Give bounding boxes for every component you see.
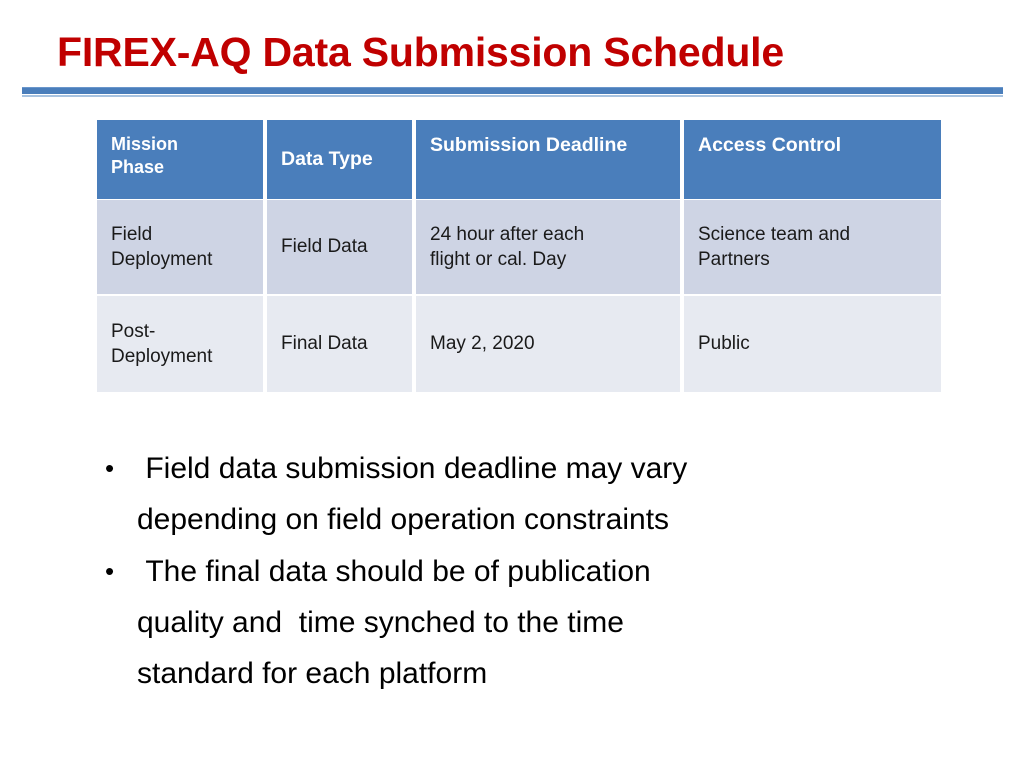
row2-deadline-line1: May 2, 2020	[430, 333, 535, 355]
page-title: FIREX-AQ Data Submission Schedule	[57, 29, 784, 75]
list-item: • The final data should be of publicatio…	[100, 546, 900, 700]
row1-deadline-line2: flight or cal. Day	[430, 249, 567, 270]
row1-deadline-line1: 24 hour after each	[430, 223, 585, 245]
table-header-cell-data-type: Data Type	[267, 120, 412, 200]
table-row: Field Deployment Field Data 24 hour afte…	[97, 200, 941, 296]
row1-access-line2: Partners	[698, 249, 770, 270]
row1-mission-phase-line1: Field	[111, 223, 153, 245]
row2-access-line1: Public	[698, 333, 750, 355]
bullet-list: • Field data submission deadline may var…	[100, 443, 900, 699]
header-access-control: Access Control	[698, 134, 842, 156]
row2-mission-phase-line1: Post-	[111, 320, 156, 342]
bullet-marker-icon: •	[105, 453, 115, 483]
divider-rule-thin	[22, 95, 1003, 97]
bullet-text: Field data submission deadline may vary …	[137, 452, 688, 537]
table-header-cell-mission-phase: Mission Phase	[97, 120, 263, 200]
divider-rule-thick	[22, 87, 1003, 94]
table-header-row: Mission Phase Data Type Submission Deadl…	[97, 120, 941, 200]
row2-mission-phase-line2: Deployment	[111, 346, 213, 367]
cell-access-control: Science team and Partners	[684, 200, 941, 296]
header-submission-deadline: Submission Deadline	[430, 134, 628, 156]
cell-submission-deadline: 24 hour after each flight or cal. Day	[416, 200, 680, 296]
table-header-cell-submission-deadline: Submission Deadline	[416, 120, 680, 200]
row1-access-line1: Science team and	[698, 223, 851, 245]
bullet-text: The final data should be of publication …	[137, 554, 651, 691]
table-row: Post- Deployment Final Data May 2, 2020 …	[97, 296, 941, 394]
cell-access-control: Public	[684, 296, 941, 394]
header-mission-phase-line1: Mission	[111, 134, 179, 154]
header-mission-phase-line2: Phase	[111, 157, 165, 178]
row2-data-type: Final Data	[281, 333, 368, 355]
cell-data-type: Field Data	[267, 200, 412, 296]
title-divider	[22, 87, 1003, 97]
bullet-marker-icon: •	[105, 555, 115, 586]
schedule-table: Mission Phase Data Type Submission Deadl…	[97, 120, 941, 394]
cell-mission-phase: Field Deployment	[97, 200, 263, 296]
header-data-type: Data Type	[281, 148, 373, 171]
table-header-cell-access-control: Access Control	[684, 120, 941, 200]
cell-mission-phase: Post- Deployment	[97, 296, 263, 394]
cell-submission-deadline: May 2, 2020	[416, 296, 680, 394]
row1-mission-phase-line2: Deployment	[111, 249, 213, 270]
list-item: • Field data submission deadline may var…	[100, 443, 900, 546]
cell-data-type: Final Data	[267, 296, 412, 394]
row1-data-type: Field Data	[281, 236, 368, 258]
